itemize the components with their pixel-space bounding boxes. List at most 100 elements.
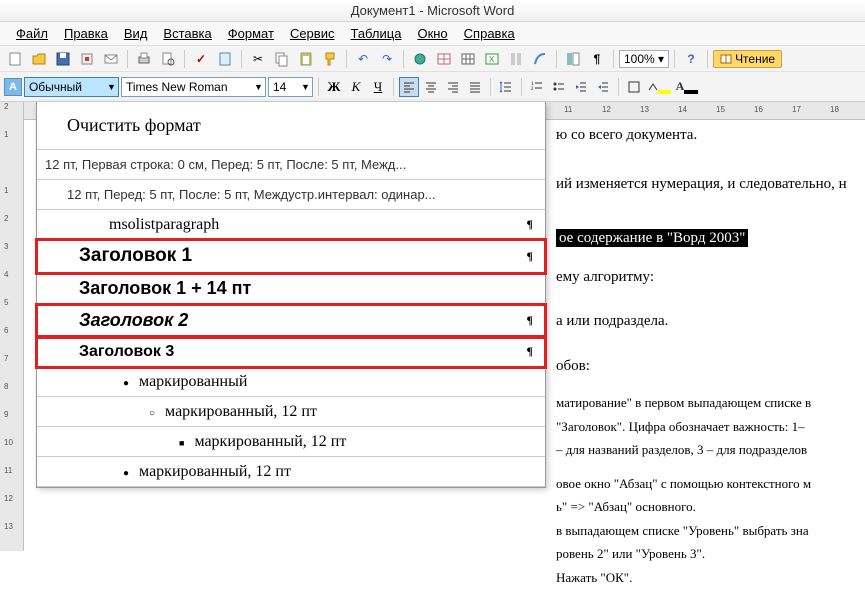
- menu-table[interactable]: Таблица: [342, 24, 409, 43]
- svg-text:2: 2: [531, 87, 534, 92]
- style-bulleted-3[interactable]: маркированный, 12 пт: [37, 427, 545, 457]
- separator: [346, 50, 347, 68]
- align-justify-button[interactable]: [465, 77, 485, 97]
- title-bar: Документ1 - Microsoft Word: [0, 0, 865, 22]
- align-left-button[interactable]: [399, 77, 419, 97]
- separator: [318, 78, 319, 96]
- bold-button[interactable]: Ж: [324, 77, 344, 97]
- svg-text:X: X: [489, 55, 495, 64]
- paragraph-icon: ¶: [527, 313, 533, 328]
- print-icon[interactable]: [133, 48, 155, 70]
- new-doc-icon[interactable]: [4, 48, 26, 70]
- style-heading-1[interactable]: Заголовок 1 ¶: [37, 240, 545, 273]
- columns-icon[interactable]: [505, 48, 527, 70]
- research-icon[interactable]: [214, 48, 236, 70]
- drawing-icon[interactable]: [529, 48, 551, 70]
- menu-insert[interactable]: Вставка: [155, 24, 219, 43]
- menu-format[interactable]: Формат: [220, 24, 282, 43]
- insert-table-icon[interactable]: [457, 48, 479, 70]
- doc-line: а или подраздела.: [556, 310, 865, 333]
- style-heading-3[interactable]: Заголовок 3 ¶: [37, 337, 545, 367]
- doc-line: – для названий разделов, 3 – для подразд…: [556, 440, 865, 460]
- preview-icon[interactable]: [157, 48, 179, 70]
- italic-button[interactable]: К: [346, 77, 366, 97]
- spellcheck-icon[interactable]: ✓: [190, 48, 212, 70]
- separator: [403, 50, 404, 68]
- paste-icon[interactable]: [295, 48, 317, 70]
- font-size-combo[interactable]: 14▼: [268, 77, 313, 97]
- show-marks-icon[interactable]: ¶: [586, 48, 608, 70]
- mail-icon[interactable]: [100, 48, 122, 70]
- borders-button[interactable]: [624, 77, 644, 97]
- workspace: 2112345678910111213 1112131415161718 Очи…: [0, 102, 865, 551]
- paragraph-icon: ¶: [527, 217, 533, 232]
- menu-window[interactable]: Окно: [409, 24, 455, 43]
- font-color-button[interactable]: A: [674, 78, 700, 96]
- doc-line: ровень 2" или "Уровень 3".: [556, 544, 865, 564]
- menu-tools[interactable]: Сервис: [282, 24, 343, 43]
- bullet-list-button[interactable]: [549, 77, 569, 97]
- style-clear-format[interactable]: Очистить формат: [37, 102, 545, 150]
- separator: [707, 50, 708, 68]
- increase-indent-button[interactable]: [593, 77, 613, 97]
- separator: [127, 50, 128, 68]
- menu-help[interactable]: Справка: [456, 24, 523, 43]
- separator: [556, 50, 557, 68]
- doc-line: ь" => "Абзац" основного.: [556, 497, 865, 517]
- document-body[interactable]: ю со всего документа. ий изменяется нуме…: [556, 124, 865, 591]
- doc-line: ю со всего документа.: [556, 124, 865, 147]
- zoom-combo[interactable]: 100% ▾: [619, 50, 669, 68]
- tables-borders-icon[interactable]: [433, 48, 455, 70]
- save-icon[interactable]: [52, 48, 74, 70]
- redo-icon[interactable]: ↷: [376, 48, 398, 70]
- align-right-button[interactable]: [443, 77, 463, 97]
- separator: [393, 78, 394, 96]
- undo-icon[interactable]: ↶: [352, 48, 374, 70]
- style-desc-1[interactable]: 12 пт, Первая строка: 0 см, Перед: 5 пт,…: [37, 150, 545, 180]
- style-bulleted-2[interactable]: маркированный, 12 пт: [37, 397, 545, 427]
- font-combo[interactable]: Times New Roman▼: [121, 77, 266, 97]
- menu-view[interactable]: Вид: [116, 24, 156, 43]
- menu-bar: Файл Правка Вид Вставка Формат Сервис Та…: [0, 22, 865, 46]
- chevron-down-icon: ▼: [254, 82, 263, 92]
- format-painter-icon[interactable]: [319, 48, 341, 70]
- style-msolist[interactable]: msolistparagraph ¶: [37, 210, 545, 240]
- separator: [490, 78, 491, 96]
- permission-icon[interactable]: [76, 48, 98, 70]
- style-bulleted-4[interactable]: маркированный, 12 пт: [37, 457, 545, 487]
- excel-icon[interactable]: X: [481, 48, 503, 70]
- doc-line: ему алгоритму:: [556, 266, 865, 289]
- standard-toolbar: ✓ ✂ ↶ ↷ X ¶ 100% ▾ ? Чтение: [0, 46, 865, 72]
- highlight-color-button[interactable]: [646, 78, 672, 96]
- doc-line: в выпадающем списке "Уровень" выбрать зн…: [556, 521, 865, 541]
- copy-icon[interactable]: [271, 48, 293, 70]
- doc-line: Нажать "ОК".: [556, 568, 865, 588]
- open-icon[interactable]: [28, 48, 50, 70]
- cut-icon[interactable]: ✂: [247, 48, 269, 70]
- doc-line: ое содержание в "Ворд 2003": [556, 227, 865, 250]
- hyperlink-icon[interactable]: [409, 48, 431, 70]
- align-center-button[interactable]: [421, 77, 441, 97]
- numbered-list-button[interactable]: 12: [527, 77, 547, 97]
- underline-button[interactable]: Ч: [368, 77, 388, 97]
- reading-mode-button[interactable]: Чтение: [713, 50, 782, 68]
- styles-pane-icon[interactable]: A: [4, 78, 22, 96]
- decrease-indent-button[interactable]: [571, 77, 591, 97]
- menu-edit[interactable]: Правка: [56, 24, 116, 43]
- menu-file[interactable]: Файл: [8, 24, 56, 43]
- help-icon[interactable]: ?: [680, 48, 702, 70]
- style-combo[interactable]: Обычный▼: [24, 77, 119, 97]
- style-dropdown-panel: Очистить формат 12 пт, Первая строка: 0 …: [36, 102, 546, 488]
- separator: [674, 50, 675, 68]
- style-bulleted-1[interactable]: маркированный: [37, 367, 545, 397]
- separator: [618, 78, 619, 96]
- style-heading-1-14pt[interactable]: Заголовок 1 + 14 пт: [37, 273, 545, 305]
- paragraph-icon: ¶: [527, 344, 533, 359]
- separator: [184, 50, 185, 68]
- line-spacing-button[interactable]: [496, 77, 516, 97]
- style-heading-2[interactable]: Заголовок 2 ¶: [37, 305, 545, 337]
- chevron-down-icon: ▼: [107, 82, 116, 92]
- style-desc-2[interactable]: 12 пт, Перед: 5 пт, После: 5 пт, Междуст…: [37, 180, 545, 210]
- doc-map-icon[interactable]: [562, 48, 584, 70]
- formatting-toolbar: A Обычный▼ Times New Roman▼ 14▼ Ж К Ч 12…: [0, 72, 865, 102]
